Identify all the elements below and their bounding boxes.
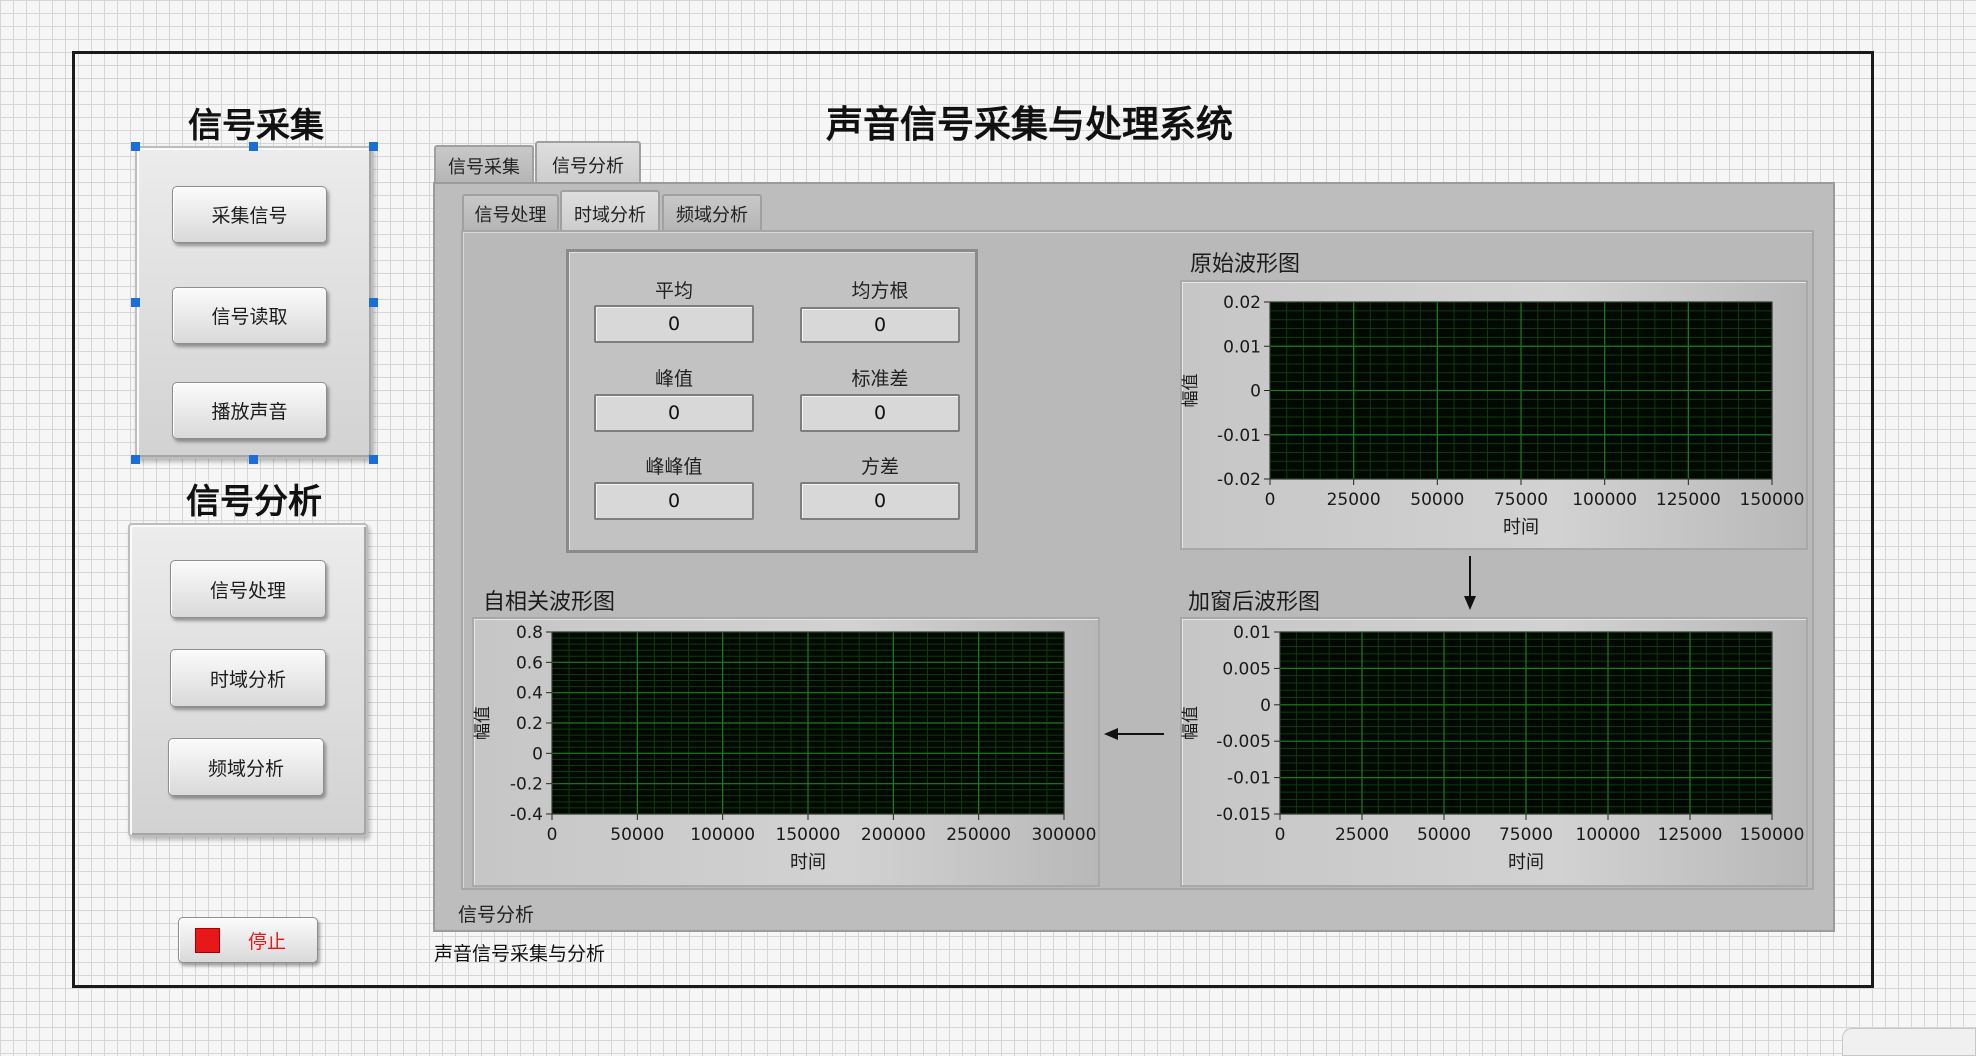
x-tick-label: 0 xyxy=(547,825,558,845)
y-tick-label: 0.01 xyxy=(1223,337,1261,357)
mean-label: 平均 xyxy=(654,280,693,302)
analysis-section-title: 信号分析 xyxy=(186,482,322,522)
selection-handle[interactable] xyxy=(369,455,378,464)
selection-handle[interactable] xyxy=(131,298,140,307)
x-tick-label: 250000 xyxy=(946,825,1011,845)
x-tick-label: 125000 xyxy=(1656,490,1721,510)
tab-signal-process[interactable]: 信号处理 xyxy=(462,194,559,232)
selection-handle[interactable] xyxy=(131,142,140,151)
x-tick-label: 50000 xyxy=(610,825,664,845)
peak-label: 峰值 xyxy=(654,368,693,390)
y-axis-label: 幅值 xyxy=(473,706,493,740)
selection-handle[interactable] xyxy=(369,298,378,307)
window-corner-widget xyxy=(1842,1028,1976,1056)
selection-handle[interactable] xyxy=(249,142,258,151)
y-tick-label: 0.6 xyxy=(516,653,543,673)
x-tick-label: 25000 xyxy=(1327,490,1381,510)
autocorr-wave-title: 自相关波形图 xyxy=(483,590,616,615)
inner-tab-bar: 信号处理 时域分析 频域分析 xyxy=(462,190,772,236)
y-axis-label: 幅值 xyxy=(1181,706,1201,740)
y-tick-label: 0.02 xyxy=(1223,293,1261,313)
y-tick-label: 0 xyxy=(1250,382,1261,402)
x-tick-label: 150000 xyxy=(1740,490,1805,510)
stop-label: 停止 xyxy=(248,930,287,953)
y-tick-label: -0.4 xyxy=(510,805,543,825)
x-tick-label: 100000 xyxy=(1576,825,1641,845)
autocorr-wave-graph: 0 50000 100000 150000 200000 250000 300000 0.8 0… xyxy=(473,623,1097,873)
x-tick-label: 50000 xyxy=(1417,825,1471,845)
signal-process-button[interactable]: 信号处理 xyxy=(170,560,326,618)
rms-label: 均方根 xyxy=(851,280,909,302)
y-tick-label: -0.02 xyxy=(1217,470,1261,490)
y-tick-label: -0.2 xyxy=(510,775,543,795)
y-tick-label: 0.8 xyxy=(516,623,543,643)
stop-button[interactable]: 停止 xyxy=(178,917,318,963)
x-axis-label: 时间 xyxy=(1503,517,1539,538)
peak-indicator: 0 xyxy=(594,394,754,432)
caption-label: 声音信号采集与分析 xyxy=(434,943,606,965)
x-axis-label: 时间 xyxy=(1508,852,1544,873)
y-tick-label: -0.01 xyxy=(1217,426,1261,446)
acquire-signal-button[interactable]: 采集信号 xyxy=(172,186,327,243)
rms-indicator: 0 xyxy=(800,307,960,343)
raw-wave-title: 原始波形图 xyxy=(1190,252,1301,277)
selection-handle[interactable] xyxy=(369,142,378,151)
std-indicator: 0 xyxy=(800,394,960,432)
y-tick-label: -0.005 xyxy=(1216,732,1271,752)
y-tick-label: 0 xyxy=(1260,696,1271,716)
y-tick-label: 0 xyxy=(532,744,543,764)
y-axis-label: 幅值 xyxy=(1181,374,1201,408)
x-tick-label: 200000 xyxy=(861,825,926,845)
stop-indicator-icon xyxy=(195,927,220,953)
y-tick-label: 0.01 xyxy=(1233,623,1271,643)
x-tick-label: 150000 xyxy=(776,825,841,845)
tab-freq-domain[interactable]: 频域分析 xyxy=(662,194,762,232)
tab-signal-acquire[interactable]: 信号采集 xyxy=(434,145,534,185)
selection-handle[interactable] xyxy=(131,455,140,464)
x-axis-label: 时间 xyxy=(790,852,826,873)
x-tick-label: 150000 xyxy=(1740,825,1805,845)
raw-wave-graph: 0 25000 50000 75000 100000 125000 150000 0.02 0.… xyxy=(1181,293,1805,538)
freq-domain-button[interactable]: 频域分析 xyxy=(168,738,324,796)
x-tick-label: 125000 xyxy=(1658,825,1723,845)
p2p-label: 峰峰值 xyxy=(645,456,703,478)
time-domain-button[interactable]: 时域分析 xyxy=(170,649,326,707)
play-sound-button[interactable]: 播放声音 xyxy=(172,382,327,439)
x-tick-label: 100000 xyxy=(1572,490,1637,510)
x-tick-label: 75000 xyxy=(1494,490,1548,510)
std-label: 标准差 xyxy=(851,368,909,390)
windowed-wave-title: 加窗后波形图 xyxy=(1188,590,1321,615)
var-label: 方差 xyxy=(860,456,899,478)
page-title: 声音信号采集与处理系统 xyxy=(826,103,1233,146)
y-tick-label: 0.2 xyxy=(516,714,543,734)
x-tick-label: 100000 xyxy=(690,825,755,845)
x-tick-label: 300000 xyxy=(1032,825,1097,845)
x-tick-label: 0 xyxy=(1275,825,1286,845)
arrow-left-icon xyxy=(1104,728,1164,740)
arrow-down-icon xyxy=(1464,556,1476,610)
y-tick-label: 0.005 xyxy=(1222,659,1271,679)
acquire-section-title: 信号采集 xyxy=(188,106,324,146)
x-tick-label: 75000 xyxy=(1499,825,1553,845)
y-tick-label: -0.015 xyxy=(1216,805,1271,825)
tab-control-label: 信号分析 xyxy=(458,904,535,926)
tab-signal-analysis[interactable]: 信号分析 xyxy=(535,141,641,187)
x-tick-label: 50000 xyxy=(1410,490,1464,510)
mean-indicator: 0 xyxy=(594,305,754,343)
read-signal-button[interactable]: 信号读取 xyxy=(172,287,327,344)
outer-tab-bar: 信号采集 信号分析 xyxy=(434,141,644,187)
windowed-wave-graph: 0 25000 50000 75000 100000 125000 150000 0.01 0.… xyxy=(1181,623,1805,873)
y-tick-label: 0.4 xyxy=(516,684,543,704)
x-tick-label: 25000 xyxy=(1335,825,1389,845)
var-indicator: 0 xyxy=(800,482,960,520)
x-tick-label: 0 xyxy=(1265,490,1276,510)
selection-handle[interactable] xyxy=(249,455,258,464)
p2p-indicator: 0 xyxy=(594,482,754,520)
y-tick-label: -0.01 xyxy=(1227,769,1271,789)
